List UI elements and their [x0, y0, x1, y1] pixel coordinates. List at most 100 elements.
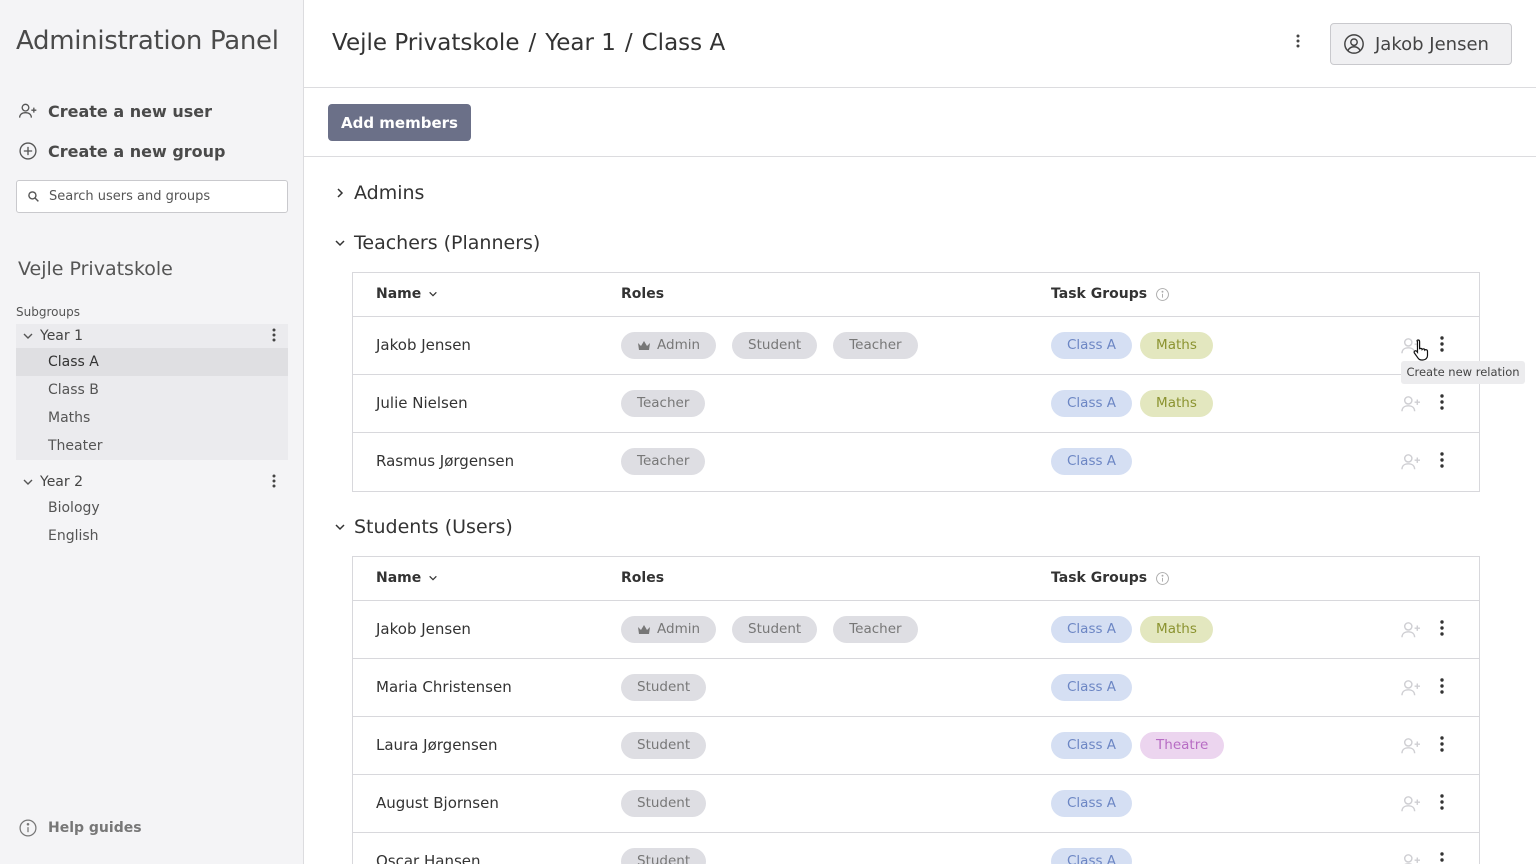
teachers-table: Name Roles Task Groups Jakob Jensen Admin…: [352, 272, 1480, 492]
roles-cell: Student: [621, 732, 707, 759]
user-menu-button[interactable]: Jakob Jensen: [1330, 23, 1512, 65]
create-group-button[interactable]: Create a new group: [18, 141, 226, 161]
roles-cell: Admin Student Teacher: [621, 332, 918, 359]
chevron-down-icon: [23, 479, 33, 485]
name-column-header[interactable]: Name: [376, 570, 438, 586]
task-group-chip[interactable]: Class A: [1051, 448, 1133, 475]
role-chip-label: Teacher: [637, 395, 690, 411]
add-relation-icon[interactable]: [1400, 853, 1422, 864]
students-table: Name Roles Task Groups Jakob Jensen Admin…: [352, 556, 1480, 864]
more-vertical-icon[interactable]: [1440, 678, 1444, 694]
info-icon: [19, 819, 37, 837]
tree-item-english[interactable]: English: [16, 522, 288, 550]
member-name: August Bjornsen: [376, 794, 499, 812]
task-groups-cell: Class A Maths: [1051, 616, 1213, 643]
tooltip: Create new relation: [1401, 361, 1525, 384]
role-chip: Teacher: [621, 390, 706, 417]
more-vertical-icon[interactable]: [272, 328, 276, 342]
tree-item-class-a[interactable]: Class A: [16, 348, 288, 376]
section-students[interactable]: Students (Users): [334, 516, 513, 538]
task-group-chip[interactable]: Class A: [1051, 332, 1133, 359]
task-group-chip[interactable]: Class A: [1051, 674, 1133, 701]
section-admins[interactable]: Admins: [334, 182, 424, 204]
add-relation-icon[interactable]: [1400, 737, 1422, 755]
add-relation-icon[interactable]: [1400, 679, 1422, 697]
help-guides-link[interactable]: Help guides: [18, 818, 142, 838]
breadcrumb-separator: /: [528, 30, 537, 56]
role-chip: Student: [621, 674, 707, 701]
more-vertical-icon[interactable]: [1296, 34, 1300, 48]
add-relation-icon[interactable]: [1400, 795, 1422, 813]
member-name: Oscar Hansen: [376, 852, 481, 864]
tree-item-biology[interactable]: Biology: [16, 494, 288, 522]
more-vertical-icon[interactable]: [1440, 794, 1444, 810]
table-row: Jakob Jensen Admin Student Teacher Class A Ma…: [353, 601, 1479, 659]
info-icon[interactable]: [1155, 287, 1170, 302]
name-column-header[interactable]: Name: [376, 286, 438, 302]
task-group-chip[interactable]: Class A: [1051, 390, 1133, 417]
section-title: Teachers (Planners): [354, 232, 541, 254]
more-vertical-icon[interactable]: [1440, 394, 1444, 410]
role-chip: Teacher: [833, 616, 918, 643]
info-icon[interactable]: [1155, 571, 1170, 586]
tree-item-maths[interactable]: Maths: [16, 404, 288, 432]
more-vertical-icon[interactable]: [1440, 852, 1444, 864]
column-label: Task Groups: [1051, 570, 1148, 586]
role-chip: Student: [621, 790, 707, 817]
task-groups-cell: Class A: [1051, 790, 1133, 817]
task-groups-cell: Class A: [1051, 848, 1133, 864]
task-group-chip[interactable]: Class A: [1051, 848, 1133, 864]
task-group-chip[interactable]: Class A: [1051, 732, 1133, 759]
more-vertical-icon[interactable]: [272, 474, 276, 488]
tree-item-class-b[interactable]: Class B: [16, 376, 288, 404]
subgroups-label: Subgroups: [16, 305, 80, 319]
member-name: Rasmus Jørgensen: [376, 452, 515, 470]
task-group-chip[interactable]: Class A: [1051, 616, 1133, 643]
more-vertical-icon[interactable]: [1440, 452, 1444, 468]
chevron-down-icon: [429, 291, 438, 297]
roles-cell: Student: [621, 848, 707, 864]
roles-cell: Teacher: [621, 390, 706, 417]
tree-node-label: Year 2: [40, 474, 83, 490]
table-row: Oscar Hansen Student Class A: [353, 833, 1479, 864]
more-vertical-icon[interactable]: [1440, 736, 1444, 752]
task-group-chip[interactable]: Maths: [1140, 332, 1213, 359]
task-group-chip[interactable]: Class A: [1051, 790, 1133, 817]
table-row: August Bjornsen Student Class A: [353, 775, 1479, 833]
organization-name[interactable]: Vejle Privatskole: [18, 258, 173, 280]
teachers-rows: Jakob Jensen Admin Student Teacher Class A Ma…: [353, 317, 1479, 491]
task-group-chip[interactable]: Maths: [1140, 390, 1213, 417]
breadcrumb-item-organization[interactable]: Vejle Privatskole: [332, 30, 519, 56]
add-relation-icon[interactable]: [1400, 453, 1422, 471]
add-relation-icon[interactable]: [1400, 395, 1422, 413]
search-input[interactable]: [49, 189, 269, 204]
tree-item-theater[interactable]: Theater: [16, 432, 288, 460]
create-user-button[interactable]: Create a new user: [18, 101, 212, 121]
role-chip: Student: [732, 616, 818, 643]
breadcrumb-item-year[interactable]: Year 1: [545, 30, 616, 56]
task-group-chip[interactable]: Maths: [1140, 616, 1213, 643]
task-group-chip[interactable]: Theatre: [1140, 732, 1225, 759]
task-groups-cell: Class A Maths: [1051, 390, 1213, 417]
tree-node-year-1[interactable]: Year 1: [16, 324, 288, 348]
add-relation-icon[interactable]: [1400, 621, 1422, 639]
task-groups-cell: Class A: [1051, 448, 1133, 475]
table-row: Julie Nielsen Teacher Class A Maths: [353, 375, 1479, 433]
task-groups-cell: Class A Theatre: [1051, 732, 1225, 759]
action-bar: Add members: [304, 88, 1536, 157]
top-bar: Vejle Privatskole / Year 1 / Class A Jak…: [304, 0, 1536, 88]
more-vertical-icon[interactable]: [1440, 620, 1444, 636]
more-vertical-icon[interactable]: [1440, 336, 1444, 352]
section-title: Students (Users): [354, 516, 513, 538]
roles-cell: Student: [621, 790, 707, 817]
chevron-right-icon: [337, 188, 344, 198]
table-header: Name Roles Task Groups: [353, 273, 1479, 317]
chevron-down-icon: [335, 524, 345, 531]
add-members-button[interactable]: Add members: [328, 104, 471, 141]
role-chip: Admin: [621, 616, 717, 643]
section-teachers[interactable]: Teachers (Planners): [334, 232, 540, 254]
help-guides-label: Help guides: [48, 820, 142, 836]
app-title: Administration Panel: [16, 26, 279, 56]
tree-node-year-2[interactable]: Year 2: [16, 470, 288, 494]
section-title: Admins: [354, 182, 425, 204]
